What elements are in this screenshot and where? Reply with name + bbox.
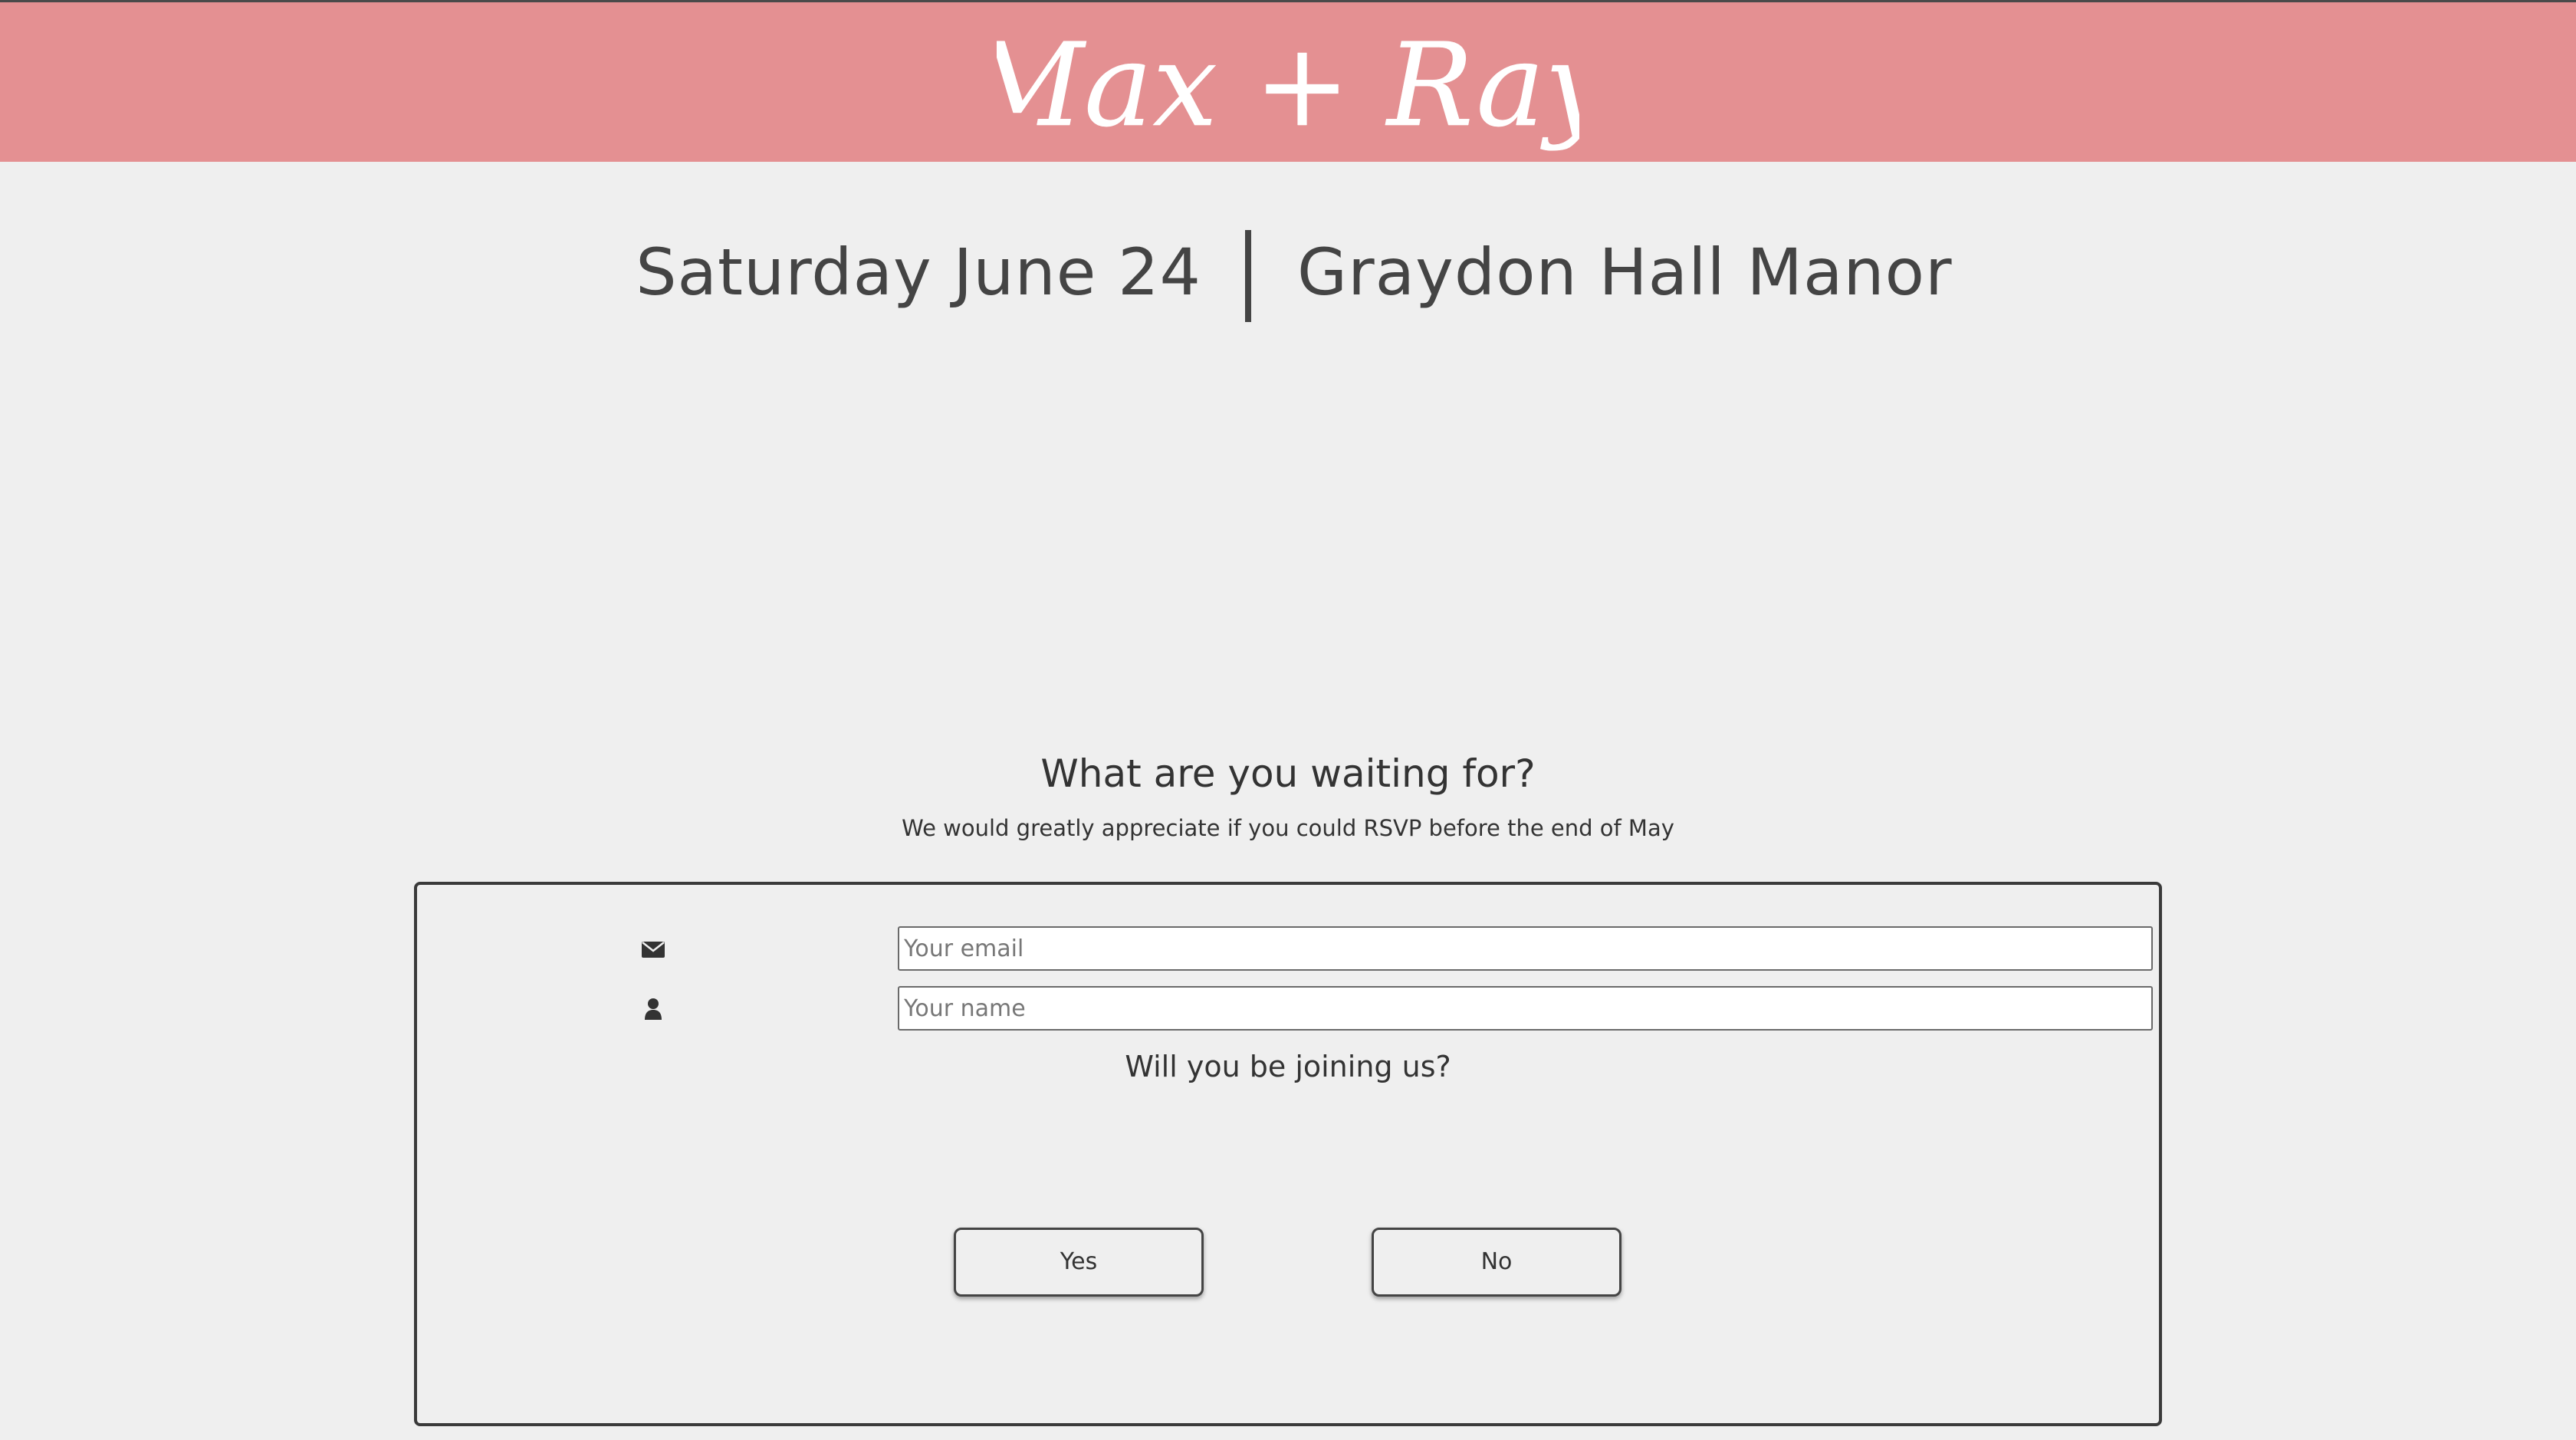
envelope-icon: [642, 942, 665, 958]
name-field[interactable]: [898, 986, 2153, 1031]
email-row: [639, 926, 2153, 972]
event-date: Saturday June 24: [636, 235, 1201, 310]
event-details: Saturday June 24 Graydon Hall Manor: [0, 230, 2576, 330]
name-row: [639, 986, 2153, 1032]
site-header: Max + Ray: [0, 0, 2576, 162]
event-divider: [1245, 230, 1251, 322]
user-icon: [645, 998, 662, 1020]
svg-text:Max + Ray: Max + Ray: [997, 19, 1579, 153]
attendance-question: Will you be joining us?: [1125, 1050, 1451, 1083]
rsvp-subtitle: We would greatly appreciate if you could…: [902, 815, 1674, 841]
yes-button[interactable]: Yes: [954, 1228, 1204, 1297]
rsvp-heading: What are you waiting for?: [1040, 751, 1536, 796]
rsvp-form: Will you be joining us? Yes No: [414, 882, 2162, 1426]
no-button[interactable]: No: [1372, 1228, 1622, 1297]
email-field[interactable]: [898, 926, 2153, 971]
event-venue: Graydon Hall Manor: [1297, 235, 1953, 310]
couple-logo: Max + Ray: [997, 19, 1579, 153]
